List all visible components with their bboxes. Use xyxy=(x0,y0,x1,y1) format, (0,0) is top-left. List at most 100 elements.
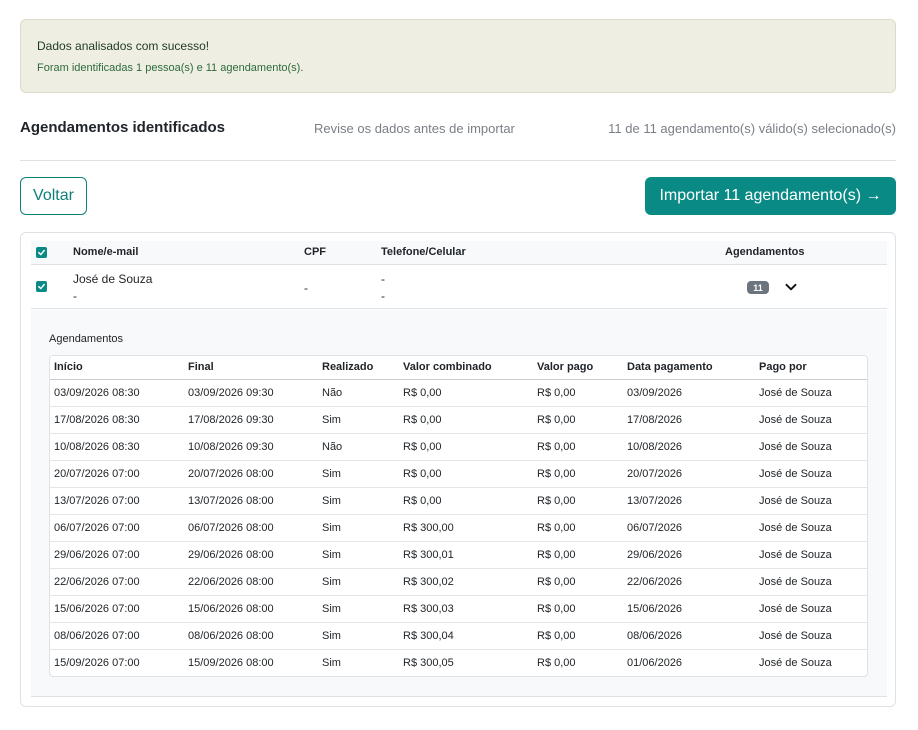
end-cell: 17/08/2026 09:30 xyxy=(184,406,318,434)
paid-value-cell: R$ 0,00 xyxy=(533,406,623,434)
end-cell: 03/09/2026 09:30 xyxy=(184,379,318,407)
end-cell: 22/06/2026 08:00 xyxy=(184,568,318,596)
paid-by-cell: José de Souza xyxy=(755,595,867,623)
appointments-body: 03/09/2026 08:30 03/09/2026 09:30 Não R$ 0,… xyxy=(50,379,867,676)
agreed-value-cell: R$ 300,02 xyxy=(399,568,533,596)
agreed-value-cell: R$ 0,00 xyxy=(399,379,533,407)
payment-date-cell: 17/08/2026 xyxy=(623,406,755,434)
table-row: 13/07/2026 07:00 13/07/2026 08:00 Sim R$ 0,… xyxy=(50,487,867,515)
start-cell: 08/06/2026 07:00 xyxy=(50,622,184,650)
done-cell: Sim xyxy=(318,460,399,488)
agreed-value-cell: R$ 300,03 xyxy=(399,595,533,623)
table-row: 29/06/2026 07:00 29/06/2026 08:00 Sim R$ 30… xyxy=(50,541,867,569)
payment-date-cell: 22/06/2026 xyxy=(623,568,755,596)
column-name: Nome/e-mail xyxy=(73,246,139,258)
section-header: Agendamentos identificados Revise os dad… xyxy=(20,117,896,141)
person-cpf: - xyxy=(304,281,308,295)
payment-date-cell: 29/06/2026 xyxy=(623,541,755,569)
paid-by-cell: José de Souza xyxy=(755,487,867,515)
paid-value-cell: R$ 0,00 xyxy=(537,656,576,669)
agreed-value-cell: R$ 0,00 xyxy=(399,406,533,434)
paid-by-cell: José de Souza xyxy=(755,568,867,596)
chevron-down-icon[interactable] xyxy=(784,280,798,294)
agreed-value-cell: R$ 0,00 xyxy=(399,433,533,461)
agreed-value-cell: R$ 0,00 xyxy=(399,460,533,488)
paid-value-cell: R$ 0,00 xyxy=(533,460,623,488)
start-cell: 22/06/2026 07:00 xyxy=(50,568,184,596)
section-hint: Revise os dados antes de importar xyxy=(314,121,515,136)
paid-by-cell: José de Souza xyxy=(755,514,867,542)
column-paid-value: Valor pago xyxy=(533,356,623,380)
appointments-header-row: Início Final Realizado Valor combinado Valor… xyxy=(50,356,867,380)
start-cell: 10/08/2026 08:30 xyxy=(50,433,184,461)
paid-value-cell: R$ 0,00 xyxy=(533,595,623,623)
divider xyxy=(20,160,896,161)
success-alert: Dados analisados com sucesso! Foram iden… xyxy=(20,19,896,93)
table-row: 10/08/2026 08:30 10/08/2026 09:30 Não R$ 0,… xyxy=(50,433,867,461)
table-row: 08/06/2026 07:00 08/06/2026 08:00 Sim R$ 30… xyxy=(50,622,867,650)
done-cell: Sim xyxy=(318,568,399,596)
paid-by-cell: José de Souza xyxy=(755,460,867,488)
table-row: 20/07/2026 07:00 20/07/2026 08:00 Sim R$ 0,… xyxy=(50,460,867,488)
alert-message: Foram identificadas 1 pessoa(s) e 11 age… xyxy=(37,62,304,74)
start-cell: 17/08/2026 08:30 xyxy=(50,406,184,434)
payment-date-cell: 20/07/2026 xyxy=(623,460,755,488)
appointments-panel: Agendamentos Início Final Realizado Valor c… xyxy=(31,310,887,697)
payment-date-cell: 03/09/2026 xyxy=(623,379,755,407)
select-all-checkbox[interactable] xyxy=(36,247,47,258)
start-cell: 15/06/2026 07:00 xyxy=(50,595,184,623)
done-cell: Sim xyxy=(318,595,399,623)
start-cell: 20/07/2026 07:00 xyxy=(50,460,184,488)
back-button[interactable]: Voltar xyxy=(20,177,87,215)
paid-value-cell: R$ 0,00 xyxy=(533,379,623,407)
column-payment-date: Data pagamento xyxy=(623,356,755,380)
payment-date-cell: 06/07/2026 xyxy=(623,514,755,542)
table-row: 22/06/2026 07:00 22/06/2026 08:00 Sim R$ 30… xyxy=(50,568,867,596)
column-start: Início xyxy=(50,356,184,380)
done-cell: Sim xyxy=(318,541,399,569)
end-cell: 15/06/2026 08:00 xyxy=(184,595,318,623)
column-phone: Telefone/Celular xyxy=(381,246,466,258)
person-checkbox[interactable] xyxy=(36,281,47,292)
end-cell: 13/07/2026 08:00 xyxy=(184,487,318,515)
paid-by-cell: José de Souza xyxy=(755,406,867,434)
done-cell: Não xyxy=(318,379,399,407)
table-row: 06/07/2026 07:00 06/07/2026 08:00 Sim R$ 30… xyxy=(50,514,867,542)
payment-date-cell: 13/07/2026 xyxy=(623,487,755,515)
done-cell: Sim xyxy=(322,656,341,669)
section-title: Agendamentos identificados xyxy=(20,119,226,136)
done-cell: Sim xyxy=(318,406,399,434)
import-button[interactable]: Importar 11 agendamento(s) → xyxy=(645,177,896,215)
column-paid-by: Pago por xyxy=(755,356,867,380)
column-done: Realizado xyxy=(318,356,399,380)
column-agreed-value: Valor combinado xyxy=(399,356,533,380)
agreed-value-cell: R$ 0,00 xyxy=(399,487,533,515)
payment-date-cell: 15/06/2026 xyxy=(623,595,755,623)
check-icon xyxy=(38,283,45,290)
end-cell: 10/08/2026 09:30 xyxy=(184,433,318,461)
column-appointments: Agendamentos xyxy=(725,246,805,258)
end-cell: 20/07/2026 08:00 xyxy=(184,460,318,488)
column-end: Final xyxy=(184,356,318,380)
appointments-table-wrapper: Início Final Realizado Valor combinado Valor… xyxy=(49,355,868,677)
people-card: Nome/e-mail CPF Telefone/Celular Agendam… xyxy=(20,232,896,707)
person-phone: - xyxy=(381,272,385,286)
table-row: 03/09/2026 08:30 03/09/2026 09:30 Não R$ 0,… xyxy=(50,379,867,407)
start-cell: 03/09/2026 08:30 xyxy=(50,379,184,407)
person-cellphone: - xyxy=(381,289,385,303)
appointments-count-badge: 11 xyxy=(747,281,769,294)
payment-date-cell: 10/08/2026 xyxy=(623,433,755,461)
paid-by-cell: José de Souza xyxy=(759,656,832,669)
end-cell: 08/06/2026 08:00 xyxy=(184,622,318,650)
start-cell: 15/09/2026 07:00 xyxy=(54,656,140,669)
start-cell: 13/07/2026 07:00 xyxy=(50,487,184,515)
agreed-value-cell: R$ 300,01 xyxy=(399,541,533,569)
done-cell: Sim xyxy=(318,514,399,542)
agreed-value-cell: R$ 300,04 xyxy=(399,622,533,650)
selection-count: 11 de 11 agendamento(s) válido(s) seleci… xyxy=(608,121,896,136)
agreed-value-cell: R$ 300,00 xyxy=(399,514,533,542)
table-row: 15/06/2026 07:00 15/06/2026 08:00 Sim R$ 30… xyxy=(50,595,867,623)
payment-date-cell: 01/06/2026 xyxy=(627,656,683,669)
done-cell: Sim xyxy=(318,487,399,515)
table-row: 17/08/2026 08:30 17/08/2026 09:30 Sim R$ 0,… xyxy=(50,406,867,434)
